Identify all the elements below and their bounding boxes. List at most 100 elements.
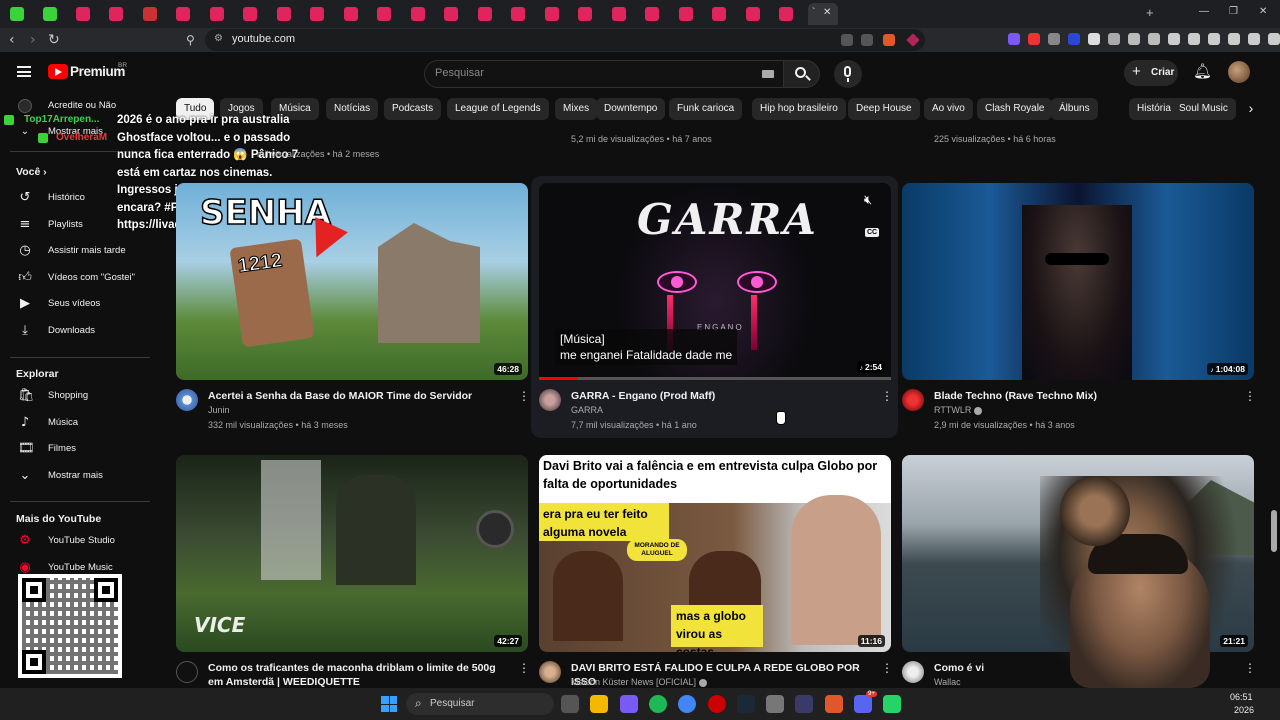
sidebar-you-header[interactable]: Você › (16, 166, 47, 178)
create-button[interactable]: + Criar (1124, 60, 1178, 86)
file-explorer-icon[interactable] (590, 695, 609, 713)
channel-name[interactable]: GARRA (571, 405, 603, 415)
captions-icon[interactable]: CC (865, 228, 880, 237)
video-title[interactable]: Blade Techno (Rave Techno Mix) (934, 389, 1234, 403)
reload-icon[interactable]: ↻ (48, 30, 60, 50)
browser-extension-icon[interactable] (1128, 33, 1140, 45)
search-button[interactable] (784, 60, 820, 88)
filter-chip[interactable]: Funk carioca (669, 98, 743, 120)
browser-tab[interactable] (444, 7, 458, 21)
browser-tab[interactable] (578, 7, 592, 21)
browser-tab[interactable] (511, 7, 525, 21)
sidebar-item[interactable]: ▶ Seus vídeos (0, 294, 150, 316)
more-options-icon[interactable]: ⋮ (881, 389, 893, 403)
browser-extension-icon[interactable] (1148, 33, 1160, 45)
site-info-icon[interactable]: ⚙ (214, 33, 223, 44)
browser-tab[interactable] (243, 7, 257, 21)
browser-tab[interactable] (611, 7, 626, 21)
browser-tab[interactable] (43, 7, 57, 21)
browser-extension-icon[interactable] (1248, 33, 1260, 45)
address-field[interactable]: ⚙ youtube.com (205, 29, 925, 51)
video-title[interactable]: GARRA - Engano (Prod Maff) (571, 389, 871, 403)
brave-icon[interactable] (824, 695, 843, 713)
channel-name[interactable]: Wallac (934, 677, 961, 687)
browser-tab[interactable] (410, 7, 425, 21)
browser-tab[interactable] (779, 7, 793, 21)
minimize-button[interactable]: — (1199, 6, 1209, 17)
filter-chip[interactable]: Deep House (848, 98, 920, 120)
filter-chip[interactable]: Ao vivo (924, 98, 973, 120)
browser-tab[interactable] (745, 7, 760, 21)
sidebar-item[interactable]: 🛍︎ Shopping (0, 386, 150, 408)
account-avatar[interactable] (1228, 61, 1250, 83)
more-options-icon[interactable]: ⋮ (518, 389, 530, 403)
channel-avatar[interactable] (902, 389, 924, 411)
forward-icon[interactable]: › (30, 30, 36, 50)
channel-avatar[interactable] (176, 389, 198, 411)
channel-name[interactable]: RTTWLR (934, 405, 982, 415)
channel-name[interactable]: Junin (208, 405, 230, 415)
sidebar-item[interactable]: 👍︎ Vídeos com "Gostei" (0, 268, 150, 290)
menu-icon[interactable] (17, 66, 31, 77)
taskbar-search[interactable]: ⌕ Pesquisar (406, 693, 554, 715)
screen-cast-icon[interactable] (841, 34, 853, 46)
sidebar-item[interactable]: ◷ Assistir mais tarde (0, 241, 150, 263)
channel-avatar[interactable] (902, 661, 924, 683)
sidebar-item[interactable]: ♪ Música (0, 413, 150, 435)
logo-text[interactable]: Premium (70, 64, 125, 79)
filter-chip[interactable]: Hip hop brasileiro (752, 98, 846, 120)
browser-tab[interactable] (377, 7, 391, 21)
video-thumbnail[interactable]: Davi Brito vai a falência e em entrevist… (539, 455, 891, 652)
filter-chip[interactable]: Soul Music (1171, 98, 1236, 120)
discord-icon[interactable] (854, 695, 872, 713)
spotify-icon[interactable] (648, 695, 667, 713)
close-window-button[interactable]: ✕ (1259, 6, 1267, 17)
notifications-bell-icon[interactable]: 🔔︎ (1193, 62, 1212, 80)
browser-tab[interactable] (544, 7, 559, 21)
browser-tab[interactable] (176, 7, 190, 21)
browser-extension-icon[interactable] (1008, 33, 1020, 45)
back-icon[interactable]: ‹ (9, 30, 15, 50)
mute-icon[interactable]: 🔇︎ (864, 193, 872, 208)
sidebar-item[interactable]: ⚙ YouTube Studio (0, 531, 150, 553)
browser-extension-icon[interactable] (1268, 33, 1280, 45)
active-tab[interactable]: ` ✕ (808, 3, 838, 25)
video-title[interactable]: Acertei a Senha da Base do MAIOR Time do… (208, 389, 508, 403)
video-preview-player[interactable]: GARRA ENGANO [Música] me enganei Fatalid… (539, 183, 891, 380)
browser-tab[interactable] (712, 7, 726, 21)
sidebar-item[interactable]: ⌄ Mostrar mais (0, 466, 150, 488)
video-thumbnail[interactable]: VICE 42:27 (176, 455, 528, 652)
filter-chip[interactable]: Clash Royale (977, 98, 1053, 120)
new-tab-button[interactable]: + (1146, 5, 1154, 20)
sidebar-item[interactable]: ⤓ Downloads (0, 321, 150, 343)
browser-extension-icon[interactable] (1108, 33, 1120, 45)
maximize-button[interactable]: ❐ (1229, 6, 1238, 17)
more-options-icon[interactable]: ⋮ (1244, 389, 1256, 403)
browser-tab[interactable] (276, 7, 291, 21)
keyboard-icon[interactable] (762, 70, 774, 78)
voice-search-button[interactable] (834, 60, 862, 88)
browser-extension-icon[interactable] (1208, 33, 1220, 45)
chrome-icon[interactable] (678, 695, 697, 713)
brave-rewards-icon[interactable] (906, 33, 920, 47)
browser-tab[interactable] (209, 7, 224, 21)
steam-icon[interactable] (736, 695, 755, 713)
browser-extension-icon[interactable] (1068, 33, 1080, 45)
browser-tab[interactable] (678, 7, 693, 21)
browser-extension-icon[interactable] (1088, 33, 1100, 45)
browser-tab[interactable] (343, 7, 358, 21)
brave-shield-icon[interactable] (883, 34, 895, 46)
app-icon[interactable] (795, 695, 814, 713)
app-icon[interactable] (766, 695, 785, 713)
browser-extension-icon[interactable] (1168, 33, 1180, 45)
whatsapp-icon[interactable] (883, 695, 902, 713)
opera-icon[interactable] (707, 695, 726, 713)
page-scrollbar-thumb[interactable] (1271, 510, 1277, 552)
youtube-logo-icon[interactable] (48, 64, 68, 79)
browser-tab[interactable] (645, 7, 659, 21)
windows-start-icon[interactable] (381, 696, 397, 712)
search-input[interactable]: Pesquisar (424, 60, 784, 88)
channel-avatar[interactable] (539, 661, 561, 683)
browser-tab[interactable] (109, 7, 123, 21)
browser-tab[interactable] (310, 7, 324, 21)
